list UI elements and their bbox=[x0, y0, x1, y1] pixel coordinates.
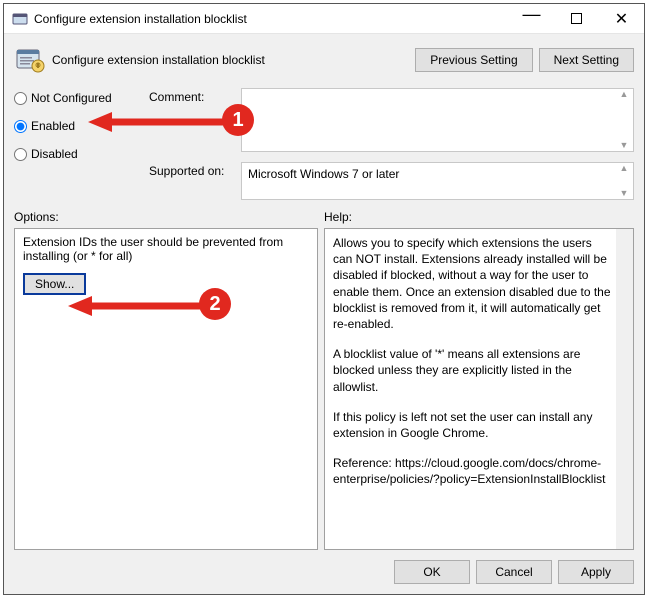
ok-button[interactable]: OK bbox=[394, 560, 470, 584]
scroll-up-icon[interactable]: ▲ bbox=[616, 90, 632, 99]
window-title: Configure extension installation blockli… bbox=[34, 12, 509, 26]
state-radio-group: Not Configured Enabled Disabled bbox=[14, 88, 149, 200]
radio-disabled-label: Disabled bbox=[31, 147, 78, 161]
scroll-up-icon[interactable]: ▲ bbox=[616, 164, 632, 173]
radio-not-configured[interactable]: Not Configured bbox=[14, 91, 149, 105]
annotation-arrow-1 bbox=[88, 110, 228, 134]
help-pane: Allows you to specify which extensions t… bbox=[324, 228, 634, 550]
annotation-badge-1: 1 bbox=[222, 104, 254, 136]
help-heading: Help: bbox=[324, 210, 634, 224]
show-button[interactable]: Show... bbox=[23, 273, 86, 295]
options-pane: Extension IDs the user should be prevent… bbox=[14, 228, 318, 550]
radio-enabled-input[interactable] bbox=[14, 120, 27, 133]
radio-not-configured-input[interactable] bbox=[14, 92, 27, 105]
next-setting-button[interactable]: Next Setting bbox=[539, 48, 634, 72]
annotation-badge-2: 2 bbox=[199, 288, 231, 320]
radio-not-configured-label: Not Configured bbox=[31, 91, 112, 105]
dialog-footer: OK Cancel Apply bbox=[14, 550, 634, 584]
help-text-p1: Allows you to specify which extensions t… bbox=[333, 235, 611, 332]
titlebar[interactable]: Configure extension installation blockli… bbox=[4, 4, 644, 34]
radio-disabled[interactable]: Disabled bbox=[14, 147, 149, 161]
help-text-p4: Reference: https://cloud.google.com/docs… bbox=[333, 455, 611, 487]
scroll-down-icon[interactable]: ▼ bbox=[616, 141, 632, 150]
scroll-down-icon[interactable]: ▼ bbox=[616, 189, 632, 198]
policy-app-icon bbox=[12, 11, 28, 27]
help-scrollbar[interactable] bbox=[616, 229, 633, 549]
comment-label: Comment: bbox=[149, 88, 241, 104]
previous-setting-button[interactable]: Previous Setting bbox=[415, 48, 532, 72]
policy-icon bbox=[14, 44, 46, 76]
close-button[interactable]: ✕ bbox=[599, 4, 644, 33]
apply-button[interactable]: Apply bbox=[558, 560, 634, 584]
options-heading: Options: bbox=[14, 210, 324, 224]
supported-on-value-box: Microsoft Windows 7 or later ▲ ▼ bbox=[241, 162, 634, 200]
help-text-p3: If this policy is left not set the user … bbox=[333, 409, 611, 441]
comment-textarea[interactable]: ▲ ▼ bbox=[241, 88, 634, 152]
minimize-button[interactable]: — bbox=[509, 4, 554, 33]
options-prompt: Extension IDs the user should be prevent… bbox=[23, 235, 309, 263]
supported-on-label: Supported on: bbox=[149, 162, 241, 178]
annotation-arrow-2 bbox=[68, 294, 204, 318]
header-row: Configure extension installation blockli… bbox=[14, 42, 634, 84]
maximize-button[interactable] bbox=[554, 4, 599, 33]
window-controls: — ✕ bbox=[509, 4, 644, 33]
radio-enabled-label: Enabled bbox=[31, 119, 75, 133]
cancel-button[interactable]: Cancel bbox=[476, 560, 552, 584]
policy-title: Configure extension installation blockli… bbox=[52, 53, 415, 67]
help-text-p2: A blocklist value of '*' means all exten… bbox=[333, 346, 611, 395]
supported-on-value: Microsoft Windows 7 or later bbox=[248, 167, 399, 181]
upper-section: Not Configured Enabled Disabled Comment:… bbox=[14, 84, 634, 200]
radio-disabled-input[interactable] bbox=[14, 148, 27, 161]
